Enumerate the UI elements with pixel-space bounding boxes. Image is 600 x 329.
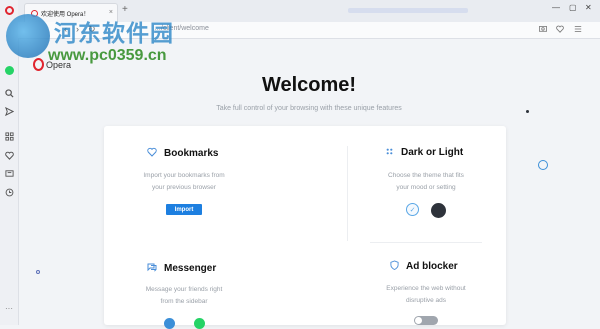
check-icon: ✓ <box>409 206 416 214</box>
theme-description: Choose the theme that fits your mood or … <box>366 170 486 194</box>
theme-desc-line2: your mood or setting <box>396 184 456 191</box>
site-watermark: 河东软件园 www.pc0359.cn <box>0 0 210 80</box>
speed-dial-grid-icon[interactable] <box>2 129 16 143</box>
bookmarks-description: Import your bookmarks from your previous… <box>124 170 244 194</box>
bookmarks-heart-icon[interactable] <box>2 148 16 162</box>
features-card: Bookmarks Import your bookmarks from you… <box>104 126 506 329</box>
send-icon[interactable] <box>2 104 16 118</box>
menu-icon[interactable] <box>574 25 582 35</box>
bookmarks-title: Bookmarks <box>164 147 219 159</box>
search-icon[interactable] <box>2 86 16 100</box>
watermark-logo-icon <box>6 14 50 58</box>
whatsapp-app-icon[interactable] <box>194 318 205 329</box>
camera-icon[interactable] <box>539 25 547 34</box>
horizontal-divider <box>370 242 482 243</box>
shield-icon <box>388 260 400 272</box>
opera-logo: Opera <box>33 58 71 71</box>
adblocker-desc-line1: Experience the web without <box>386 285 466 292</box>
messenger-description: Message your friends right from the side… <box>124 284 244 308</box>
decorative-dot <box>36 270 40 274</box>
palette-icon <box>383 147 395 158</box>
history-icon[interactable] <box>2 185 16 199</box>
close-window-button[interactable]: ✕ <box>585 3 592 12</box>
watermark-title: 河东软件园 <box>54 20 174 47</box>
heart-icon <box>146 147 158 159</box>
adblocker-description: Experience the web without disruptive ad… <box>366 283 486 307</box>
messenger-title: Messenger <box>164 262 217 274</box>
messenger-feature-title: Messenger <box>146 262 216 274</box>
messenger-desc-line2: from the sidebar <box>160 298 208 305</box>
theme-title: Dark or Light <box>401 147 464 158</box>
heart-icon[interactable] <box>556 25 564 35</box>
page-subtitle: Take full control of your browsing with … <box>216 105 402 112</box>
decorative-ring <box>538 160 548 170</box>
theme-feature-title: Dark or Light <box>383 147 463 158</box>
adblocker-feature-title: Ad blocker <box>388 260 458 272</box>
messenger-app-icon[interactable] <box>164 318 175 329</box>
light-theme-option[interactable]: ✓ <box>406 203 419 216</box>
adblocker-title: Ad blocker <box>406 260 458 272</box>
opera-brand-name: Opera <box>46 59 72 70</box>
minimize-button[interactable]: — <box>552 3 560 12</box>
blurred-tabbar-area <box>348 8 468 13</box>
page-title: Welcome! <box>261 74 357 96</box>
dark-theme-option[interactable] <box>431 203 446 218</box>
sidebar-more-icon[interactable]: ··· <box>5 304 13 313</box>
vertical-divider <box>347 146 348 241</box>
chat-bubble-icon <box>146 262 158 274</box>
news-icon[interactable] <box>2 166 16 180</box>
maximize-button[interactable]: ▢ <box>569 3 577 12</box>
bookmarks-feature-title: Bookmarks <box>146 147 218 159</box>
bookmarks-desc-line1: Import your bookmarks from <box>143 172 225 179</box>
adblocker-toggle[interactable] <box>414 316 438 325</box>
import-button[interactable]: Import <box>166 204 202 215</box>
opera-logo-icon <box>33 58 44 71</box>
adblocker-desc-line2: disruptive ads <box>405 297 447 304</box>
theme-desc-line1: Choose the theme that fits <box>388 172 464 179</box>
messenger-desc-line1: Message your friends right <box>145 286 223 293</box>
bookmarks-desc-line2: your previous browser <box>152 184 216 191</box>
